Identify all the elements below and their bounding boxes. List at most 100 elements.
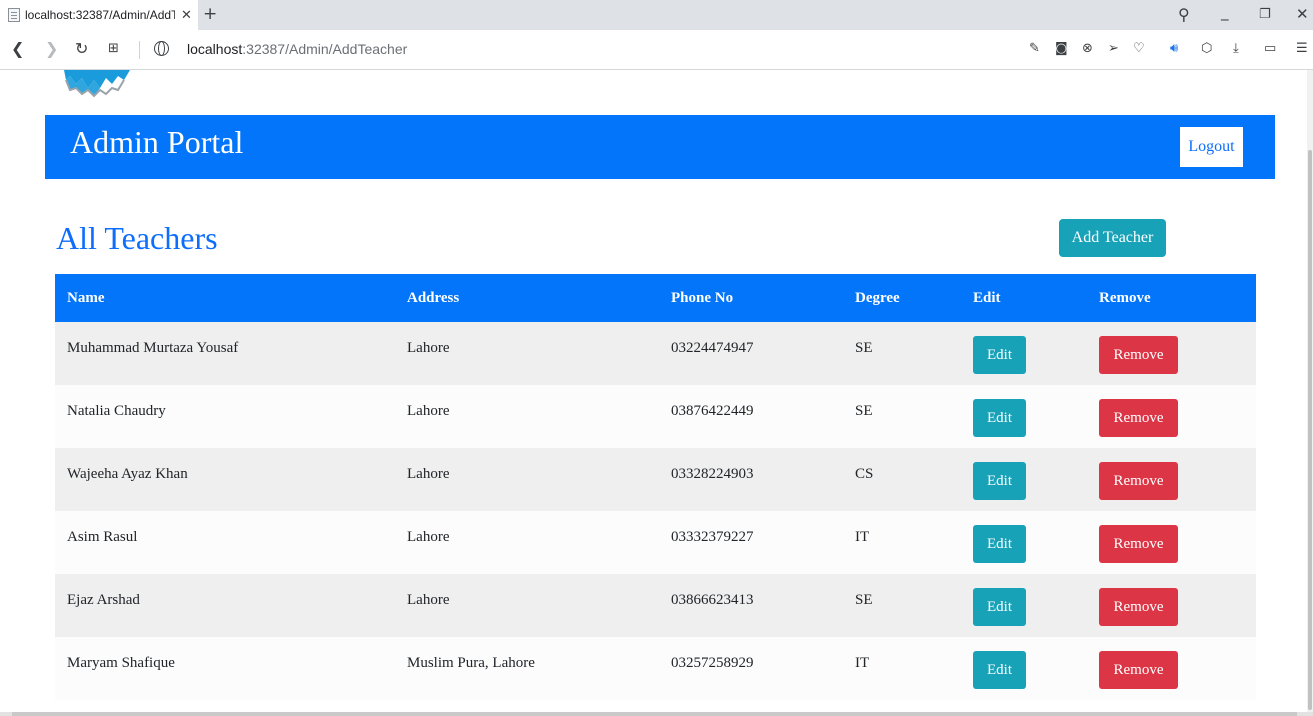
teacher-name: Natalia Chaudry (67, 403, 166, 419)
horizontal-scrollbar[interactable] (0, 712, 1313, 716)
table-header-row: Name Address Phone No Degree Edit Remove (55, 274, 1256, 322)
remove-button[interactable]: Remove (1099, 399, 1178, 437)
cube-icon[interactable]: ⬡ (1201, 41, 1212, 56)
teacher-phone: 03224474947 (671, 340, 754, 356)
remove-cell: Remove (1087, 511, 1256, 574)
table-row: Wajeeha Ayaz Khan Lahore 03328224903 CS … (55, 448, 1256, 511)
table-row: Natalia Chaudry Lahore 03876422449 SE Ed… (55, 385, 1256, 448)
remove-button[interactable]: Remove (1099, 462, 1178, 500)
column-header-address: Address (407, 289, 460, 306)
download-icon[interactable]: ⤓ (1233, 41, 1239, 56)
teacher-phone: 03866623413 (671, 592, 754, 608)
close-window-icon[interactable]: ✕ (1296, 5, 1309, 23)
teacher-phone: 03332379227 (671, 529, 754, 545)
teacher-degree: SE (855, 403, 873, 419)
edit-button[interactable]: Edit (973, 651, 1026, 689)
edit-cell: Edit (961, 637, 1087, 700)
remove-cell: Remove (1087, 385, 1256, 448)
share-icon[interactable]: ✎ (1029, 41, 1040, 56)
edit-cell: Edit (961, 574, 1087, 637)
minimize-icon[interactable]: _ (1221, 3, 1229, 21)
edit-cell: Edit (961, 448, 1087, 511)
column-header-degree: Degree (855, 289, 900, 306)
teacher-name: Wajeeha Ayaz Khan (67, 466, 188, 482)
teacher-degree: IT (855, 529, 870, 545)
edit-button[interactable]: Edit (973, 399, 1026, 437)
send-icon[interactable]: ➢ (1108, 41, 1119, 56)
edit-cell: Edit (961, 385, 1087, 448)
remove-button[interactable]: Remove (1099, 651, 1178, 689)
apps-icon[interactable]: ⊞ (108, 41, 119, 56)
favorite-icon[interactable]: ♡ (1133, 41, 1145, 56)
remove-cell: Remove (1087, 637, 1256, 700)
table-row: Asim Rasul Lahore 03332379227 IT Edit Re… (55, 511, 1256, 574)
admin-header: Admin Portal Logout (45, 115, 1275, 179)
browser-toolbar: ❮ ❯ ↻ ⊞ localhost:32387/Admin/AddTeacher… (0, 30, 1313, 70)
remove-button[interactable]: Remove (1099, 336, 1178, 374)
restore-icon[interactable]: ❐ (1259, 7, 1271, 22)
teacher-degree: IT (855, 655, 870, 671)
table-row: Ejaz Arshad Lahore 03866623413 SE Edit R… (55, 574, 1256, 637)
portal-title: Admin Portal (70, 124, 244, 160)
edit-cell: Edit (961, 511, 1087, 574)
column-header-remove: Remove (1099, 289, 1151, 306)
browser-tab-bar: localhost:32387/Admin/AddTeacher ✕ + ⚲ _… (0, 0, 1313, 30)
forward-icon[interactable]: ❯ (45, 39, 58, 58)
teacher-degree: SE (855, 340, 873, 356)
page-title: All Teachers (56, 220, 218, 256)
column-header-name: Name (67, 289, 105, 306)
teacher-address: Lahore (407, 466, 450, 482)
edit-button[interactable]: Edit (973, 588, 1026, 626)
teachers-table: Name Address Phone No Degree Edit Remove… (55, 274, 1256, 700)
remove-button[interactable]: Remove (1099, 588, 1178, 626)
reload-icon[interactable]: ↻ (75, 39, 88, 58)
vertical-scrollbar[interactable] (1307, 70, 1313, 712)
teacher-address: Muslim Pura, Lahore (407, 655, 535, 671)
address-bar[interactable]: localhost:32387/Admin/AddTeacher (187, 41, 407, 57)
edit-cell: Edit (961, 322, 1087, 385)
column-header-edit: Edit (973, 289, 1001, 306)
back-icon[interactable]: ❮ (11, 39, 24, 58)
new-tab-icon[interactable]: + (203, 4, 217, 24)
teacher-name: Ejaz Arshad (67, 592, 140, 608)
toolbar-divider (139, 41, 140, 59)
teacher-name: Asim Rasul (67, 529, 138, 545)
teacher-degree: CS (855, 466, 874, 482)
teacher-phone: 03876422449 (671, 403, 754, 419)
horizontal-scroll-thumb[interactable] (12, 712, 1297, 716)
battery-icon[interactable]: ▭ (1264, 41, 1276, 56)
table-row: Muhammad Murtaza Yousaf Lahore 032244749… (55, 322, 1256, 385)
teacher-address: Lahore (407, 403, 450, 419)
browser-tab[interactable]: localhost:32387/Admin/AddTeacher ✕ (0, 0, 198, 30)
site-info-icon[interactable] (154, 41, 169, 56)
address-host: localhost (187, 41, 243, 57)
edit-button[interactable]: Edit (973, 336, 1026, 374)
edit-button[interactable]: Edit (973, 525, 1026, 563)
logout-button[interactable]: Logout (1180, 127, 1243, 167)
remove-button[interactable]: Remove (1099, 525, 1178, 563)
menu-icon[interactable]: ☰ (1296, 41, 1308, 56)
search-icon[interactable]: ⚲ (1178, 5, 1190, 24)
teacher-phone: 03328224903 (671, 466, 754, 482)
add-teacher-button[interactable]: Add Teacher (1059, 219, 1166, 257)
teacher-name: Muhammad Murtaza Yousaf (67, 340, 239, 356)
extension-icon[interactable]: ⊗ (1082, 41, 1093, 56)
teacher-name: Maryam Shafique (67, 655, 175, 671)
edit-button[interactable]: Edit (973, 462, 1026, 500)
remove-cell: Remove (1087, 448, 1256, 511)
teacher-degree: SE (855, 592, 873, 608)
teacher-phone: 03257258929 (671, 655, 754, 671)
read-aloud-icon[interactable]: 🔊︎ (1170, 41, 1178, 56)
tab-title: localhost:32387/Admin/AddTeacher (25, 8, 175, 22)
screenshot-icon[interactable]: ◙ (1055, 41, 1068, 56)
teacher-address: Lahore (407, 529, 450, 545)
page-icon (8, 8, 20, 22)
table-row: Maryam Shafique Muslim Pura, Lahore 0325… (55, 637, 1256, 700)
vertical-scroll-thumb[interactable] (1308, 150, 1312, 710)
column-header-phone: Phone No (671, 289, 734, 306)
close-tab-icon[interactable]: ✕ (181, 8, 192, 23)
address-path: :32387/Admin/AddTeacher (242, 41, 408, 57)
remove-cell: Remove (1087, 574, 1256, 637)
site-logo (62, 70, 132, 98)
teacher-address: Lahore (407, 340, 450, 356)
